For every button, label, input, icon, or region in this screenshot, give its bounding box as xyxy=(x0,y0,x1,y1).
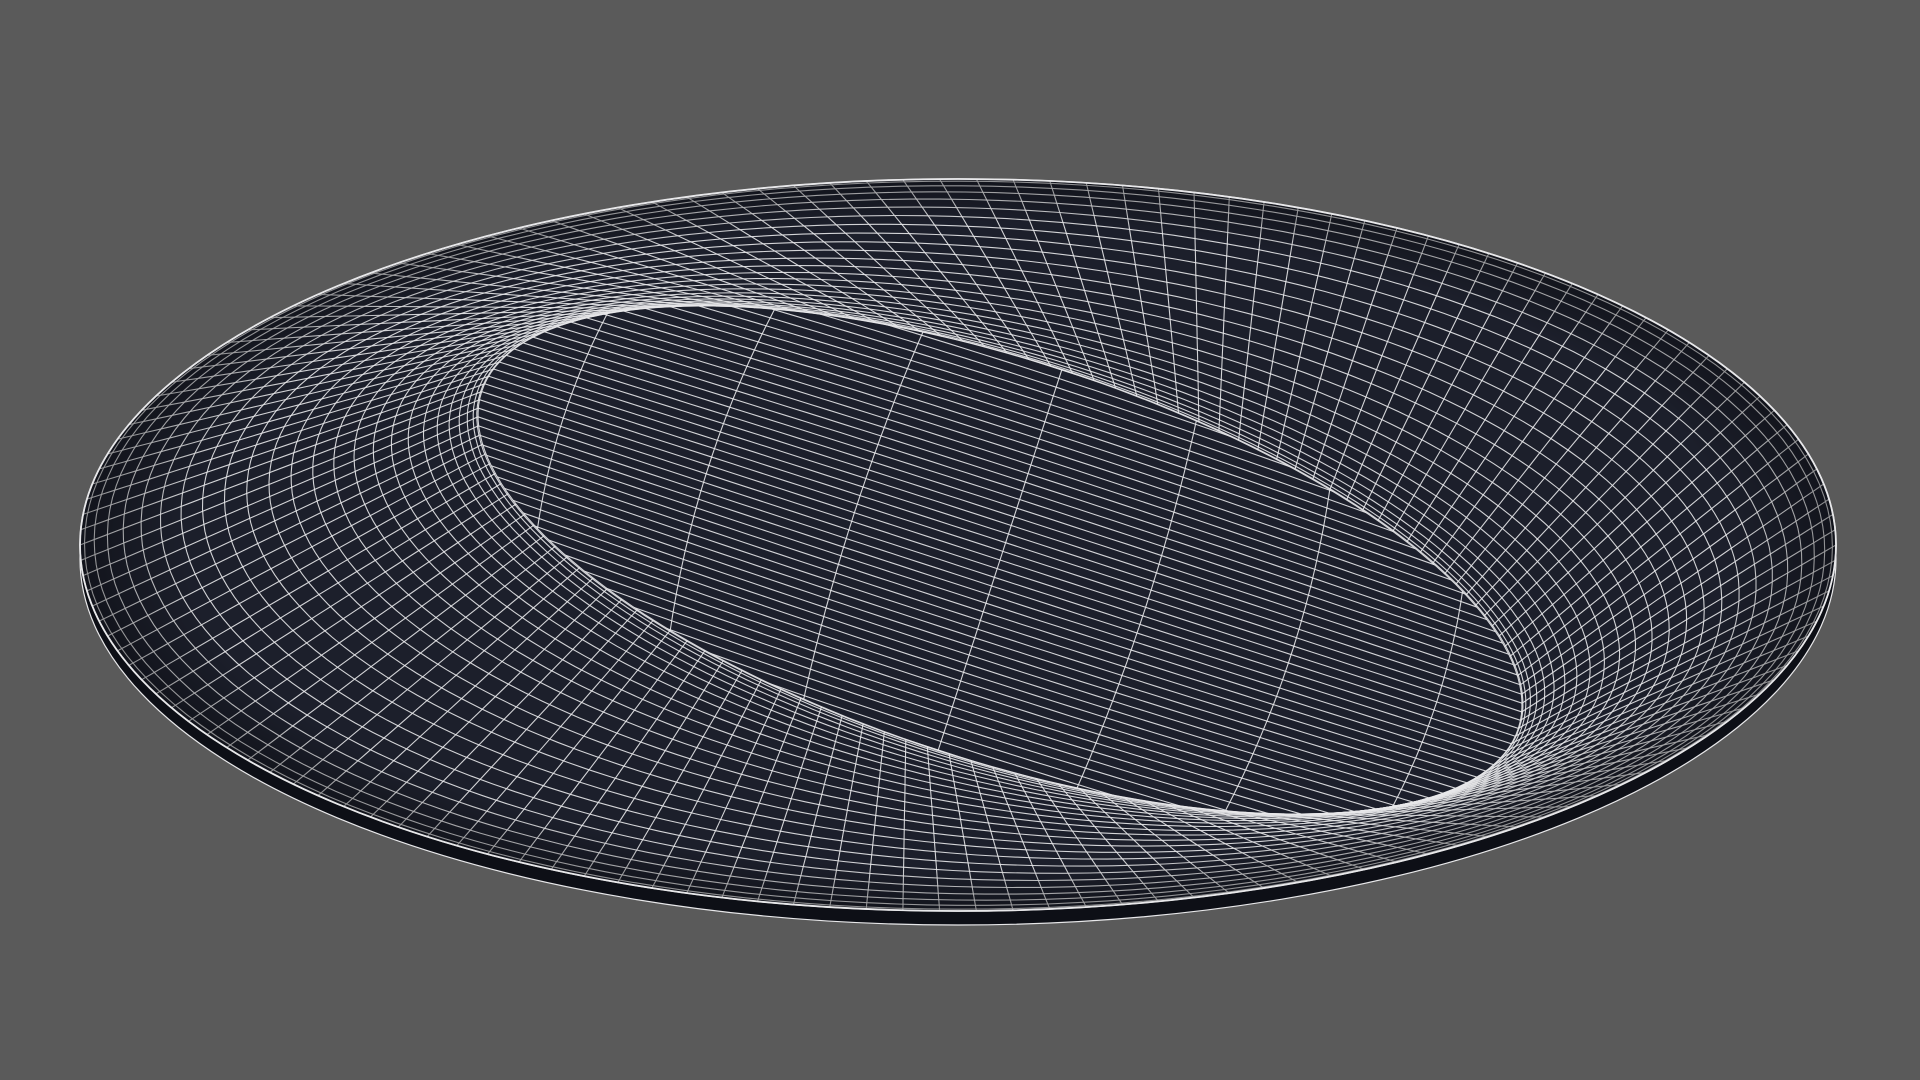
plate-rim-shading xyxy=(80,179,1836,911)
wireframe-plate-render xyxy=(0,0,1920,1080)
3d-viewport[interactable] xyxy=(0,0,1920,1080)
